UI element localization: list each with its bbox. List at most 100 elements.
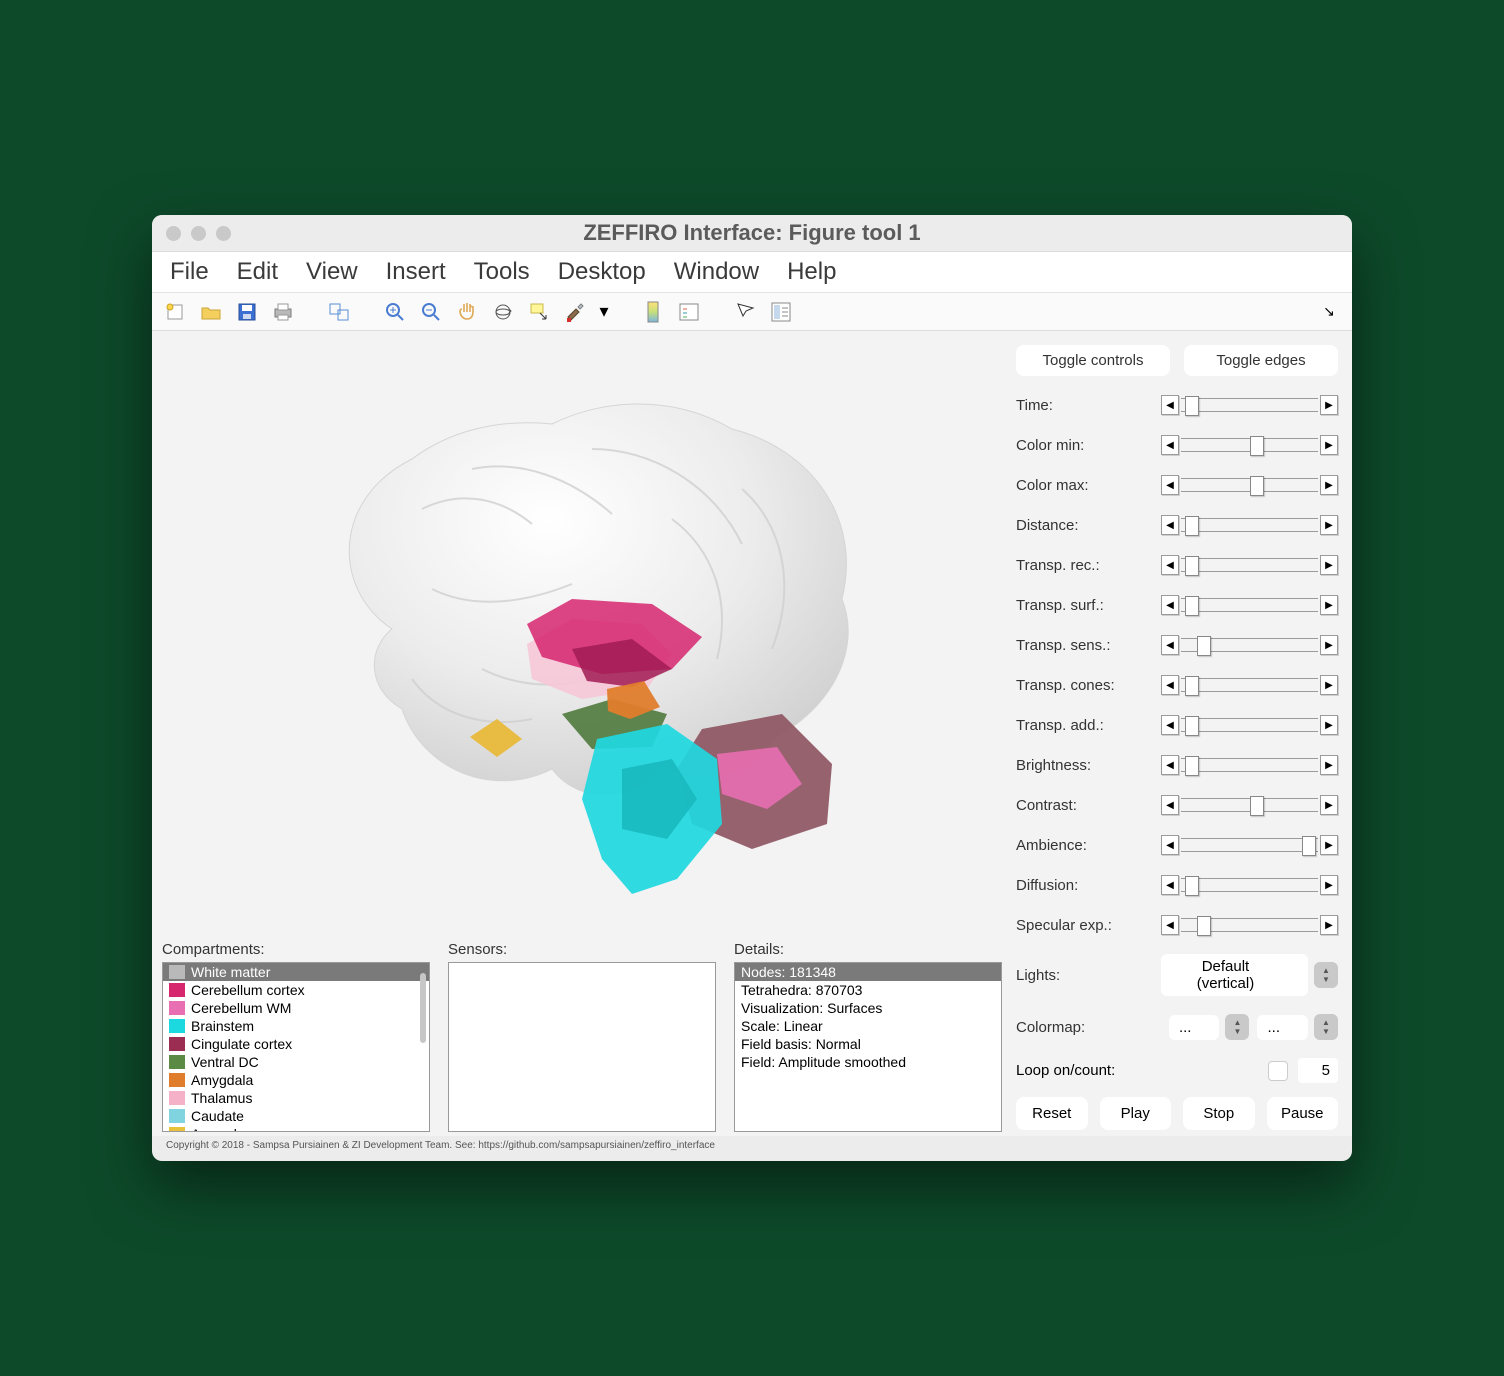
list-item[interactable]: Field: Amplitude smoothed [735,1053,1001,1071]
slider-10[interactable]: ◀▶ [1161,794,1338,816]
slider-right-arrow[interactable]: ▶ [1320,835,1338,855]
list-item[interactable]: Thalamus [163,1089,429,1107]
zoom-in-icon[interactable] [382,299,408,325]
stop-button[interactable]: Stop [1183,1097,1255,1130]
slider-left-arrow[interactable]: ◀ [1161,435,1179,455]
toggle-controls-button[interactable]: Toggle controls [1016,345,1170,376]
slider-left-arrow[interactable]: ◀ [1161,835,1179,855]
colormap-left[interactable]: ... [1169,1015,1220,1040]
menu-insert[interactable]: Insert [386,258,446,286]
colormap-left-stepper[interactable]: ▲▼ [1225,1014,1249,1040]
zoom-out-icon[interactable] [418,299,444,325]
show-plot-tools-icon[interactable] [768,299,794,325]
list-item[interactable]: Cingulate cortex [163,1035,429,1053]
slider-right-arrow[interactable]: ▶ [1320,755,1338,775]
lights-select[interactable]: Default (vertical) [1161,954,1308,996]
details-listbox[interactable]: Nodes: 181348Tetrahedra: 870703Visualiza… [734,962,1002,1132]
dock-arrow-icon[interactable]: ↘ [1316,299,1342,325]
list-item[interactable]: Cerebellum WM [163,999,429,1017]
list-item[interactable]: Ventral DC [163,1053,429,1071]
colormap-right[interactable]: ... [1257,1015,1308,1040]
list-item[interactable]: Cerebellum cortex [163,981,429,999]
lights-stepper[interactable]: ▲▼ [1314,962,1338,988]
list-item[interactable]: Accumbens [163,1125,429,1132]
slider-right-arrow[interactable]: ▶ [1320,515,1338,535]
list-item[interactable]: Brainstem [163,1017,429,1035]
slider-left-arrow[interactable]: ◀ [1161,515,1179,535]
menu-file[interactable]: File [170,258,209,286]
slider-right-arrow[interactable]: ▶ [1320,715,1338,735]
slider-left-arrow[interactable]: ◀ [1161,475,1179,495]
open-icon[interactable] [198,299,224,325]
slider-1[interactable]: ◀▶ [1161,434,1338,456]
slider-left-arrow[interactable]: ◀ [1161,595,1179,615]
compartments-listbox[interactable]: White matterCerebellum cortexCerebellum … [162,962,430,1132]
pan-icon[interactable] [454,299,480,325]
toggle-edges-button[interactable]: Toggle edges [1184,345,1338,376]
slider-5[interactable]: ◀▶ [1161,594,1338,616]
slider-right-arrow[interactable]: ▶ [1320,795,1338,815]
slider-13[interactable]: ◀▶ [1161,914,1338,936]
colorbar-icon[interactable] [640,299,666,325]
slider-thumb[interactable] [1185,516,1199,536]
slider-thumb[interactable] [1185,396,1199,416]
dropdown-caret-icon[interactable]: ▾ [598,299,610,325]
brain-viewport[interactable] [162,339,1002,939]
slider-thumb[interactable] [1197,916,1211,936]
slider-left-arrow[interactable]: ◀ [1161,715,1179,735]
slider-left-arrow[interactable]: ◀ [1161,795,1179,815]
print-icon[interactable] [270,299,296,325]
list-item[interactable]: Scale: Linear [735,1017,1001,1035]
menu-window[interactable]: Window [674,258,759,286]
list-item[interactable]: Nodes: 181348 [735,963,1001,981]
slider-7[interactable]: ◀▶ [1161,674,1338,696]
data-cursor-icon[interactable] [526,299,552,325]
slider-right-arrow[interactable]: ▶ [1320,555,1338,575]
slider-11[interactable]: ◀▶ [1161,834,1338,856]
slider-2[interactable]: ◀▶ [1161,474,1338,496]
slider-thumb[interactable] [1185,596,1199,616]
menu-help[interactable]: Help [787,258,836,286]
brush-icon[interactable] [562,299,588,325]
legend-icon[interactable] [676,299,702,325]
loop-checkbox[interactable] [1268,1061,1288,1081]
slider-left-arrow[interactable]: ◀ [1161,915,1179,935]
slider-thumb[interactable] [1185,716,1199,736]
slider-9[interactable]: ◀▶ [1161,754,1338,776]
menu-desktop[interactable]: Desktop [558,258,646,286]
sensors-listbox[interactable] [448,962,716,1132]
slider-thumb[interactable] [1185,676,1199,696]
slider-4[interactable]: ◀▶ [1161,554,1338,576]
list-item[interactable]: Field basis: Normal [735,1035,1001,1053]
slider-right-arrow[interactable]: ▶ [1320,675,1338,695]
new-figure-icon[interactable] [162,299,188,325]
slider-0[interactable]: ◀▶ [1161,394,1338,416]
menu-view[interactable]: View [306,258,358,286]
slider-thumb[interactable] [1250,476,1264,496]
slider-left-arrow[interactable]: ◀ [1161,875,1179,895]
slider-thumb[interactable] [1302,836,1316,856]
slider-left-arrow[interactable]: ◀ [1161,635,1179,655]
save-icon[interactable] [234,299,260,325]
reset-button[interactable]: Reset [1016,1097,1088,1130]
slider-thumb[interactable] [1197,636,1211,656]
pause-button[interactable]: Pause [1267,1097,1339,1130]
slider-3[interactable]: ◀▶ [1161,514,1338,536]
slider-left-arrow[interactable]: ◀ [1161,395,1179,415]
slider-12[interactable]: ◀▶ [1161,874,1338,896]
menu-tools[interactable]: Tools [474,258,530,286]
link-axes-icon[interactable] [326,299,352,325]
list-item[interactable]: Caudate [163,1107,429,1125]
slider-thumb[interactable] [1250,796,1264,816]
list-item[interactable]: Tetrahedra: 870703 [735,981,1001,999]
list-item[interactable]: White matter [163,963,429,981]
slider-right-arrow[interactable]: ▶ [1320,595,1338,615]
loop-count[interactable]: 5 [1298,1058,1338,1083]
slider-right-arrow[interactable]: ▶ [1320,635,1338,655]
slider-right-arrow[interactable]: ▶ [1320,475,1338,495]
play-button[interactable]: Play [1100,1097,1172,1130]
edit-plot-icon[interactable] [732,299,758,325]
slider-thumb[interactable] [1185,756,1199,776]
slider-left-arrow[interactable]: ◀ [1161,675,1179,695]
rotate-3d-icon[interactable] [490,299,516,325]
